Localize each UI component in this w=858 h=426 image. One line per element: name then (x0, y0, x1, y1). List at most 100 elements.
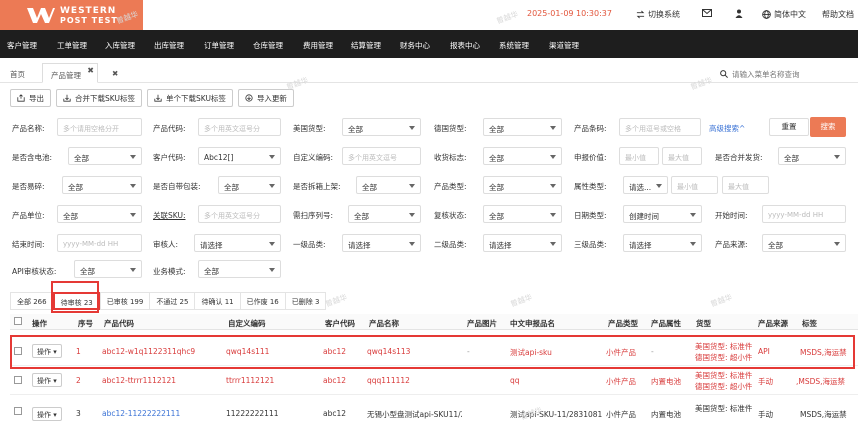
status-tab-voided[interactable]: 已作废 16 (239, 292, 286, 310)
tab-product-management[interactable]: 产品管理 ✖ (42, 63, 98, 83)
switch-system-button[interactable]: 切换系统 (636, 9, 680, 20)
row-action-button[interactable]: 操作 ▾ (32, 344, 62, 358)
category2-select[interactable]: 请选择 (483, 234, 562, 252)
category3-select[interactable]: 请选择 (623, 234, 702, 252)
single-download-sku-button[interactable]: 单个下载SKU标签 (146, 89, 233, 107)
tab-close-icon[interactable]: ✖ (87, 66, 94, 75)
filter-label: 结束时间: (12, 240, 45, 249)
sequence-no-select[interactable]: 全部 (348, 205, 421, 223)
row-checkbox[interactable] (14, 407, 22, 415)
row-checkbox[interactable] (14, 376, 22, 384)
filter-label: 产品条码: (574, 124, 607, 133)
close-tabs-icon[interactable]: ✖ (104, 63, 126, 83)
fragile-select[interactable]: 全部 (62, 176, 142, 194)
receive-mark-select[interactable]: 全部 (483, 147, 562, 165)
nav-item[interactable]: 客户管理 (7, 40, 37, 51)
start-time-input[interactable]: yyyy-MM-dd HH (762, 205, 846, 223)
filter-label: 开始时间: (715, 211, 748, 220)
product-name-input[interactable]: 多个请用空格分开 (57, 118, 142, 136)
date-type-select[interactable]: 创建时间 (623, 205, 702, 223)
source-select[interactable]: 全部 (762, 234, 846, 252)
status-tab-rejected[interactable]: 不通过 25 (149, 292, 196, 310)
column-header: 客户代码 (325, 319, 355, 328)
reset-button[interactable]: 重置 (769, 118, 809, 136)
row-checkbox[interactable] (14, 347, 22, 355)
merge-ship-select[interactable]: 全部 (778, 147, 846, 165)
table-row[interactable]: 操作 ▾ 3 abc12-11222222111 11222222111 abc… (10, 395, 858, 426)
biz-mode-select[interactable]: 全部 (198, 260, 281, 278)
export-button[interactable]: 导出 (10, 89, 51, 107)
import-update-button[interactable]: 导入更新 (237, 89, 294, 107)
merge-download-sku-button[interactable]: 合并下载SKU标签 (56, 89, 142, 107)
nav-item[interactable]: 出库管理 (154, 40, 184, 51)
product-code-input[interactable]: 多个用英文逗号分 (198, 118, 281, 136)
column-header: 产品代码 (104, 319, 134, 328)
product-type-select[interactable]: 全部 (483, 176, 562, 194)
filter-label: 产品名称: (12, 124, 45, 133)
customer-code-select[interactable]: Abc12[] (198, 147, 281, 165)
select-value: 请选... (629, 183, 652, 192)
barcode-input[interactable]: 多个用逗号或空格 (619, 118, 701, 136)
status-tabs: 全部 266 待审核 23 已审核 199 不通过 25 待确认 11 已作废 … (10, 292, 327, 310)
review-status-select[interactable]: 全部 (483, 205, 562, 223)
nav-item[interactable]: 工单管理 (57, 40, 87, 51)
api-status-select[interactable]: 全部 (74, 260, 142, 278)
table-row[interactable]: 操作 ▾ 1 abc12-w1q1122311qhc9 qwq14s111 ab… (10, 338, 858, 366)
custom-code: qwq14s111 (226, 347, 270, 356)
select-value: 全部 (348, 125, 363, 134)
column-header: 序号 (78, 319, 93, 328)
declared-max-input[interactable]: 最大值 (662, 147, 702, 165)
action-toolbar: 导出 合并下载SKU标签 单个下载SKU标签 导入更新 (10, 89, 294, 107)
select-value: 请选择 (629, 241, 652, 250)
product-name: qwq14s113 (367, 347, 411, 356)
column-header: 中文申报品名 (510, 319, 555, 328)
nav-item[interactable]: 仓库管理 (253, 40, 283, 51)
filter-label: 二级品类: (434, 240, 467, 249)
linked-sku-input[interactable]: 多个用英文逗号分 (198, 205, 281, 223)
nav-item[interactable]: 费用管理 (303, 40, 333, 51)
product-code[interactable]: abc12-w1q1122311qhc9 (102, 347, 222, 356)
chevron-down-icon (409, 126, 415, 130)
row-action-button[interactable]: 操作 ▾ (32, 373, 62, 387)
table-row[interactable]: 操作 ▾ 2 abc12-ttrrr1112121 ttrrr1112121 a… (10, 366, 858, 395)
end-time-input[interactable]: yyyy-MM-dd HH (57, 234, 142, 252)
has-battery-select[interactable]: 全部 (68, 147, 142, 165)
declared-min-input[interactable]: 最小值 (619, 147, 659, 165)
language-button[interactable]: 简体中文 (762, 9, 806, 20)
nav-item[interactable]: 结算管理 (351, 40, 381, 51)
status-tab-all[interactable]: 全部 266 (10, 292, 54, 310)
cargo-de: 德国货型: 超小件 (695, 382, 753, 391)
attr-min-input[interactable]: 最小值 (671, 176, 718, 194)
user-button[interactable] (735, 9, 743, 18)
nav-item[interactable]: 系统管理 (499, 40, 529, 51)
de-cargo-select[interactable]: 全部 (483, 118, 562, 136)
tab-label: 产品管理 (51, 71, 81, 80)
status-tab-pending[interactable]: 待审核 23 (52, 292, 101, 310)
nav-item[interactable]: 财务中心 (400, 40, 430, 51)
advanced-search-link[interactable]: 高级搜索^ (709, 123, 745, 134)
select-all-checkbox[interactable] (14, 317, 22, 325)
tab-home[interactable]: 首页 (2, 63, 33, 83)
self-pack-select[interactable]: 全部 (218, 176, 281, 194)
us-cargo-select[interactable]: 全部 (342, 118, 421, 136)
nav-item[interactable]: 报表中心 (450, 40, 480, 51)
product-code[interactable]: abc12-11222222111 (102, 409, 222, 418)
help-button[interactable]: 帮助文档 (822, 9, 854, 20)
status-tab-deleted[interactable]: 已删除 3 (284, 292, 327, 310)
status-tab-to-confirm[interactable]: 待确认 11 (194, 292, 241, 310)
mail-button[interactable] (702, 9, 712, 17)
custom-code-input[interactable]: 多个用英文逗号 (342, 147, 421, 165)
attr-max-input[interactable]: 最大值 (722, 176, 769, 194)
product-unit-select[interactable]: 全部 (57, 205, 142, 223)
nav-item[interactable]: 订单管理 (204, 40, 234, 51)
unpack-shelf-select[interactable]: 全部 (356, 176, 421, 194)
nav-item[interactable]: 渠道管理 (549, 40, 579, 51)
search-button[interactable]: 搜索 (810, 117, 846, 137)
attr-type-select[interactable]: 请选... (623, 176, 668, 194)
status-tab-approved[interactable]: 已审核 199 (99, 292, 151, 310)
category1-select[interactable]: 请选择 (342, 234, 421, 252)
nav-item[interactable]: 入库管理 (105, 40, 135, 51)
row-action-button[interactable]: 操作 ▾ (32, 407, 62, 421)
reviewer-select[interactable]: 请选择 (194, 234, 281, 252)
product-code[interactable]: abc12-ttrrr1112121 (102, 376, 222, 385)
